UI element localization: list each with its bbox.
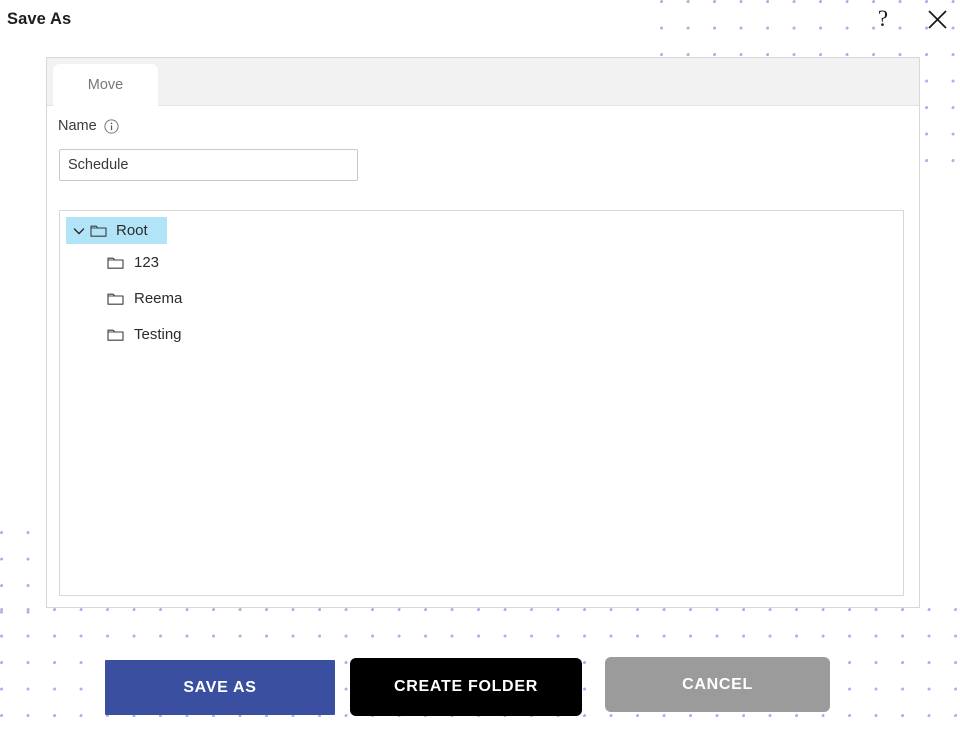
tab-move[interactable]: Move <box>53 64 158 106</box>
tab-strip: Move <box>47 58 919 106</box>
name-input[interactable] <box>59 149 358 181</box>
question-mark-icon: ? <box>872 7 894 31</box>
save-as-dialog-panel: Move Name Schedule Root 123 Reema Testin… <box>46 57 920 608</box>
folder-icon <box>105 291 125 306</box>
chevron-down-icon[interactable] <box>69 224 88 238</box>
tree-child-label: Reema <box>134 289 183 307</box>
tree-row-root[interactable]: Root <box>66 217 167 244</box>
name-label-row: Name <box>58 118 119 134</box>
cancel-button[interactable]: CANCEL <box>605 657 830 712</box>
folder-tree: Root 123 Reema Testing <box>60 211 903 352</box>
tree-row-123[interactable]: 123 <box>60 244 903 280</box>
footer-button-bar: SAVE AS CREATE FOLDER CANCEL <box>0 655 960 725</box>
close-button[interactable] <box>922 4 952 34</box>
window-header: Save As ? <box>0 0 960 42</box>
tree-root-label: Root <box>116 222 148 239</box>
folder-icon <box>105 255 125 270</box>
name-label: Name <box>58 118 97 134</box>
svg-text:?: ? <box>878 7 888 31</box>
folder-icon <box>88 223 108 238</box>
create-folder-button[interactable]: CREATE FOLDER <box>350 658 582 716</box>
tree-row-reema[interactable]: Reema <box>60 280 903 316</box>
save-as-button[interactable]: SAVE AS <box>105 660 335 715</box>
dot-pattern-left <box>0 531 46 621</box>
tree-node-root: Root 123 Reema Testing <box>60 217 903 352</box>
folder-icon <box>105 327 125 342</box>
tab-move-label: Move <box>87 77 124 93</box>
folder-tree-panel: Root 123 Reema Testing <box>59 210 904 596</box>
close-x-icon <box>927 9 948 30</box>
tree-child-label: Testing <box>134 325 182 343</box>
tree-children: 123 Reema Testing <box>60 244 903 352</box>
info-circle-icon[interactable] <box>104 118 119 134</box>
tree-row-testing[interactable]: Testing <box>60 316 903 352</box>
help-button[interactable]: ? <box>868 4 898 34</box>
tree-child-label: 123 <box>134 253 160 271</box>
page-title: Save As <box>7 10 72 28</box>
